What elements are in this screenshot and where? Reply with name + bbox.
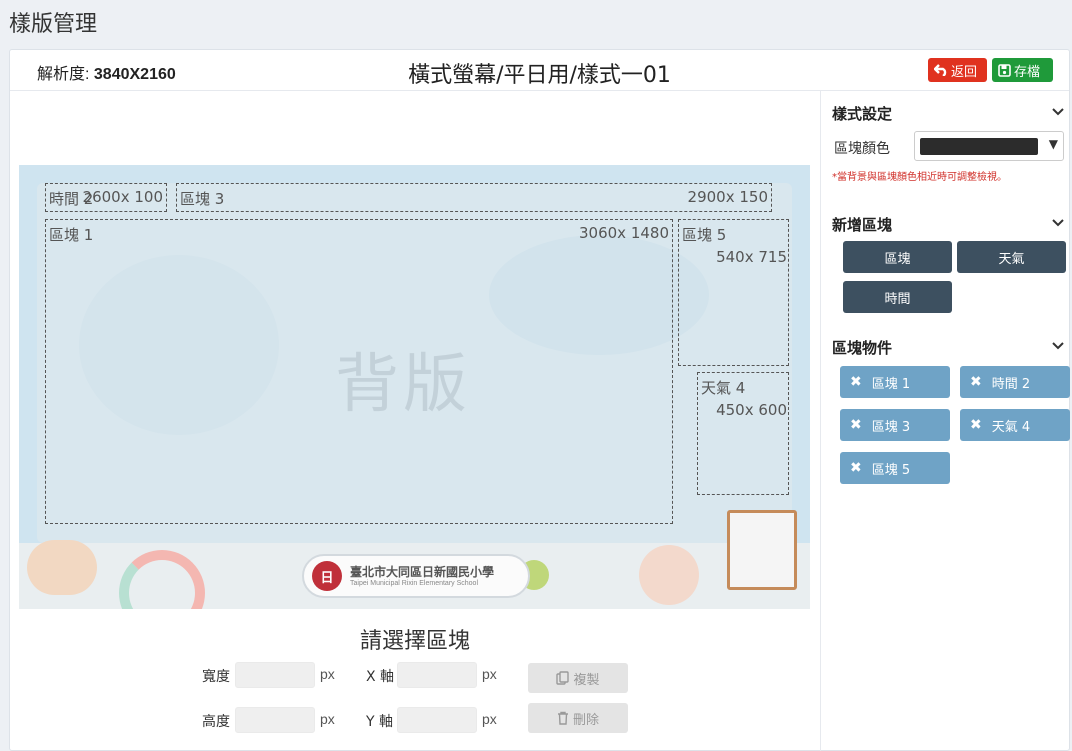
add-block-button[interactable]: 區塊 [843,241,952,273]
block-1[interactable]: 區塊 1 3060x 1480 [45,219,673,524]
object-chip-label: 時間 2 [991,376,1031,392]
school-name-en: Taipei Municipal Rixin Elementary School [350,579,479,587]
color-warning: *當背景與區塊顏色相近時可調整檢視。 [832,172,1007,183]
x-axis-unit: px [482,666,497,682]
trash-icon [557,711,568,725]
remove-icon[interactable]: ✖ [850,417,862,433]
remove-icon[interactable]: ✖ [970,417,982,433]
floppy-disk-icon [998,63,1011,77]
width-input[interactable] [235,662,315,688]
select-block-hint: 請選擇區塊 [359,629,470,654]
block-color-select[interactable]: ▼ [914,131,1064,161]
copy-label: 複製 [573,672,600,688]
remove-icon[interactable]: ✖ [850,460,862,476]
height-label: 高度 [202,714,230,730]
y-axis-unit: px [482,711,497,727]
object-chip-time-2[interactable]: ✖ 時間 2 [960,366,1070,398]
width-unit: px [320,666,335,682]
copy-icon [556,671,570,685]
back-button[interactable]: 返回 [928,58,987,82]
block-color-label: 區塊顏色 [834,141,890,157]
block-size: 540x 715 [716,248,787,266]
color-swatch [920,138,1038,155]
chevron-down-icon[interactable] [1052,106,1064,118]
undo-icon [934,64,947,76]
y-axis-label: Y 軸 [366,714,394,730]
block-size: 450x 600 [716,401,787,419]
editor-panel: 解析度: 3840X2160 橫式螢幕/平日用/樣式一01 返回 存檔 背版 日 [9,49,1070,751]
school-badge: 日 臺北市大同區日新國民小學 Taipei Municipal Rixin El… [302,554,530,598]
easel-illustration [727,510,797,590]
height-unit: px [320,711,335,727]
remove-icon[interactable]: ✖ [970,374,982,390]
children-illustration [639,545,699,605]
add-time-button[interactable]: 時間 [843,281,952,313]
object-chip-block-5[interactable]: ✖ 區塊 5 [840,452,950,484]
caret-down-icon: ▼ [1048,137,1058,151]
settings-sidebar: 樣式設定 區塊顏色 ▼ *當背景與區塊顏色相近時可調整檢視。 新增區塊 區塊 天… [820,91,1070,751]
delete-button[interactable]: 刪除 [528,703,628,733]
save-label: 存檔 [1014,64,1041,80]
block-size: 3060x 1480 [579,224,669,242]
y-axis-input[interactable] [397,707,477,733]
block-size: 2600x 100 [82,188,163,206]
school-name: 臺北市大同區日新國民小學 [350,564,495,579]
resolution-info: 解析度: 3840X2160 [37,60,176,84]
block-5[interactable]: 區塊 5 540x 715 [678,219,789,366]
school-logo: 日 [312,561,342,591]
width-label: 寬度 [202,669,230,685]
chevron-down-icon[interactable] [1052,340,1064,352]
block-time-2[interactable]: 時間 2 2600x 100 [45,183,167,212]
x-axis-label: X 軸 [366,669,395,685]
object-chip-block-1[interactable]: ✖ 區塊 1 [840,366,950,398]
block-size: 2900x 150 [687,188,768,206]
delete-label: 刪除 [572,712,599,728]
add-block-title: 新增區塊 [832,216,893,234]
children-illustration [27,540,97,595]
object-chip-block-3[interactable]: ✖ 區塊 3 [840,409,950,441]
block-weather-4[interactable]: 天氣 4 450x 600 [697,372,789,495]
height-input[interactable] [235,707,315,733]
block-objects-title: 區塊物件 [832,339,893,357]
x-axis-input[interactable] [397,662,477,688]
resolution-value: 3840X2160 [93,66,176,83]
block-name: 區塊 3 [180,190,225,208]
object-chip-label: 天氣 4 [991,419,1031,435]
layout-canvas[interactable]: 背版 日 臺北市大同區日新國民小學 Taipei Municipal Rixin… [19,165,810,609]
copy-button[interactable]: 複製 [528,663,628,693]
object-chip-label: 區塊 1 [871,376,911,392]
object-chip-label: 區塊 5 [871,462,911,478]
save-button[interactable]: 存檔 [992,58,1053,82]
block-name: 區塊 5 [682,226,727,244]
chevron-down-icon[interactable] [1052,217,1064,229]
add-weather-button[interactable]: 天氣 [957,241,1066,273]
object-chip-label: 區塊 3 [871,419,911,435]
block-3[interactable]: 區塊 3 2900x 150 [176,183,772,212]
style-settings-title: 樣式設定 [832,105,893,123]
block-name: 區塊 1 [49,226,94,244]
toolbar: 解析度: 3840X2160 橫式螢幕/平日用/樣式一01 返回 存檔 [10,50,1069,91]
back-label: 返回 [951,64,978,80]
block-name: 天氣 4 [701,379,746,397]
remove-icon[interactable]: ✖ [850,374,862,390]
page-title: 樣版管理 [9,12,98,37]
resolution-label: 解析度: [37,66,90,83]
object-chip-weather-4[interactable]: ✖ 天氣 4 [960,409,1070,441]
